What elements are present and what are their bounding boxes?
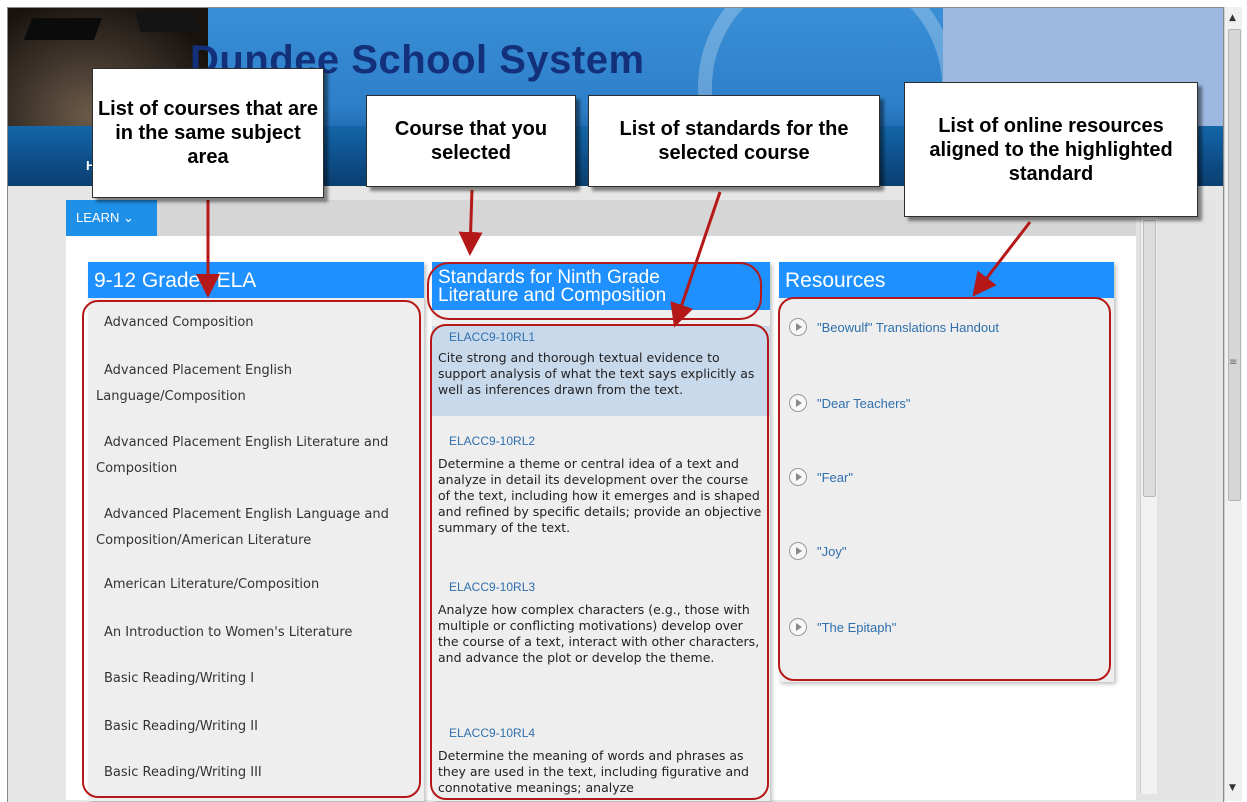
standards-highlight (430, 324, 769, 800)
courses-highlight (82, 300, 421, 798)
callout-standards: List of standards for the selected cours… (588, 95, 880, 187)
inner-scrollbar[interactable]: ▲ (1140, 200, 1157, 794)
resources-highlight (778, 297, 1111, 681)
grip-icon: ≡ (1229, 357, 1238, 368)
page-scrollbar[interactable]: ▲ ≡ ▼ (1224, 7, 1242, 801)
page-scroll-thumb[interactable] (1228, 29, 1241, 501)
callout-resources: List of online resources aligned to the … (904, 82, 1198, 217)
callout-courses: List of courses that are in the same sub… (92, 68, 324, 198)
resources-heading: Resources (779, 262, 1114, 298)
callout-selected-course: Course that you selected (366, 95, 576, 187)
scroll-up-icon[interactable]: ▲ (1229, 13, 1236, 23)
courses-heading: 9-12 Grades ELA (88, 262, 424, 298)
scroll-down-icon[interactable]: ▼ (1229, 783, 1236, 793)
inner-scroll-thumb[interactable] (1143, 220, 1156, 497)
learn-menu-button[interactable]: LEARN ⌄ (66, 200, 157, 236)
selected-course-highlight (427, 262, 762, 320)
